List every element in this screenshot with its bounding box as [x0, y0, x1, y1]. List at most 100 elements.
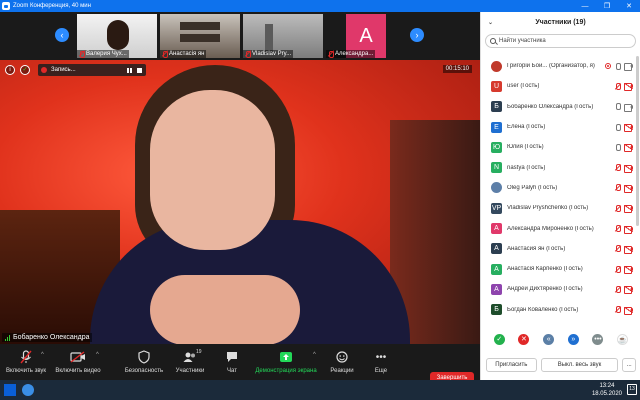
participant-status-icons: [615, 123, 637, 133]
participant-row[interactable]: E Елена (Гость): [481, 117, 637, 137]
participant-row[interactable]: Oleg Palyh (Гость): [481, 178, 637, 198]
participant-row[interactable]: Григорій Бой... (Организатор, я): [481, 56, 637, 76]
participant-name: Александра Мироненко (Гость): [507, 225, 594, 232]
participant-row[interactable]: Б Богдан Коваленко (Гость): [481, 300, 637, 320]
video-off-icon: [624, 225, 633, 234]
filmstrip-prev-button[interactable]: ‹: [55, 28, 69, 42]
participant-thumb[interactable]: Валерия Чух...: [77, 14, 157, 58]
more-button[interactable]: ••• Еще: [362, 350, 400, 375]
panel-title: Участники (19): [535, 18, 586, 26]
reaction-button[interactable]: •••: [592, 334, 604, 345]
participant-row[interactable]: A Андрей Дихтяренко (Гость): [481, 279, 637, 299]
avatar: A: [491, 283, 502, 295]
reactions-button[interactable]: Реакции: [322, 350, 362, 374]
mute-all-button[interactable]: Выкл. весь звук: [540, 358, 619, 372]
participant-status-icons: [615, 285, 637, 295]
participant-row[interactable]: A Анастасия ян (Гость): [481, 239, 637, 259]
thumb-shelf: [180, 22, 220, 30]
panel-more-button[interactable]: ...: [622, 358, 636, 372]
close-button[interactable]: ✕: [618, 2, 640, 10]
participant-thumb[interactable]: A Александра...: [326, 14, 406, 58]
participant-row[interactable]: Б Бобаренко Олександра (Гость): [481, 97, 637, 117]
participant-name: user (Гость): [507, 83, 540, 90]
avatar: A: [491, 243, 502, 255]
participant-status-icons: [615, 82, 637, 92]
reaction-button[interactable]: «: [543, 334, 555, 345]
taskbar-apps: [4, 384, 34, 396]
invite-button[interactable]: Пригласить: [486, 358, 537, 372]
thumb-name-row: Vladislav Pry...: [243, 50, 294, 58]
video-off-icon: [624, 286, 633, 295]
participant-name: Елена (Гость): [507, 124, 546, 131]
share-screen-icon: [252, 350, 320, 364]
meeting-timer: 00:15:10: [442, 65, 472, 73]
participants-label: Участники: [175, 368, 205, 374]
reaction-button[interactable]: ✕: [518, 334, 530, 345]
participant-thumb[interactable]: Анастасія ян: [160, 14, 240, 58]
mic-muted-icon: [615, 184, 621, 192]
video-off-icon: [624, 184, 633, 193]
browser-taskbar-icon[interactable]: [22, 384, 34, 396]
mic-muted-icon: [162, 51, 168, 58]
participant-status-icons: [615, 306, 637, 315]
mic-icon: [615, 123, 621, 131]
participant-list-scrollbar[interactable]: [636, 56, 639, 226]
chat-label: Чат: [227, 368, 237, 374]
avatar: Ю: [491, 141, 502, 153]
participant-search-input[interactable]: Найти участника: [485, 34, 636, 48]
notification-center-icon[interactable]: 13: [627, 384, 637, 395]
participant-row[interactable]: VP Vladislav Pryshchenko (Гость): [481, 198, 637, 218]
unmute-label: Включить звук: [5, 368, 46, 374]
pause-recording-icon[interactable]: [127, 67, 132, 73]
active-speaker-video: i ✓ Запись... 00:15:10 Бобаренко Олексан…: [0, 60, 480, 344]
chat-button[interactable]: Чат: [212, 350, 252, 374]
participant-name: Vladislav Pryshchenko (Гость): [507, 205, 589, 212]
participant-row[interactable]: Ю Юлия (Гость): [481, 137, 637, 157]
recording-icon: [605, 63, 611, 70]
taskbar-clock[interactable]: 13:24 18.05.2020: [592, 382, 622, 398]
filmstrip-next-button[interactable]: ›: [410, 28, 424, 42]
reaction-button[interactable]: »: [567, 334, 579, 345]
reaction-button[interactable]: ☕: [617, 334, 629, 345]
meeting-info-icon[interactable]: i: [5, 65, 15, 75]
recording-indicator: Запись...: [38, 64, 146, 76]
participant-row[interactable]: Uuser (Гость): [481, 76, 637, 96]
more-label: Еще: [374, 368, 388, 374]
speaker-hands: [150, 275, 300, 344]
thumb-name: Валерия Чух...: [86, 51, 127, 57]
thumb-name: Vladislav Pry...: [252, 51, 292, 57]
stop-recording-icon[interactable]: [137, 67, 142, 73]
recording-controls: [127, 67, 146, 73]
share-screen-button[interactable]: Демонстрация экрана: [252, 350, 320, 374]
maximize-button[interactable]: ❐: [596, 2, 618, 10]
encryption-shield-icon[interactable]: ✓: [20, 65, 30, 75]
clock-date: 18.05.2020: [591, 391, 622, 397]
avatar: [491, 60, 502, 72]
zoom-taskbar-icon[interactable]: [4, 384, 16, 396]
participant-status-icons: [615, 143, 637, 153]
participant-list: Григорій Бой... (Организатор, я) Uuser (Г…: [481, 56, 637, 320]
security-button[interactable]: Безопасность: [122, 350, 166, 374]
start-video-label: Включить видео: [55, 368, 101, 374]
participant-row[interactable]: A Александра Мироненко (Гость): [481, 218, 637, 238]
window-title: Zoom Конференция, 40 мин: [13, 3, 91, 9]
participant-status-icons: [615, 103, 637, 112]
share-options-caret[interactable]: ^: [313, 352, 316, 358]
participants-button[interactable]: 19 Участники: [168, 349, 212, 374]
recording-dot-icon: [41, 67, 47, 73]
minimize-button[interactable]: —: [574, 3, 596, 10]
participant-name: Юлия (Гость): [507, 144, 544, 151]
participant-thumb[interactable]: Vladislav Pry...: [243, 14, 323, 58]
mic-muted-icon: [79, 51, 85, 58]
zoom-window: Zoom Конференция, 40 мин — ❐ ✕ ‹ Валерия…: [0, 0, 640, 400]
participant-row[interactable]: Nnastya (Гость): [481, 157, 637, 177]
video-options-caret[interactable]: ^: [96, 352, 99, 358]
mic-muted-icon: [615, 265, 621, 273]
collapse-panel-chevron-icon[interactable]: ⌄: [488, 19, 493, 26]
search-placeholder: Найти участника: [499, 38, 546, 44]
audio-options-caret[interactable]: ^: [41, 352, 44, 358]
participant-row[interactable]: A Анастасія Карпенко (Гость): [481, 259, 637, 279]
mic-muted-icon: [615, 245, 621, 253]
reaction-button[interactable]: ✓: [493, 334, 505, 345]
avatar: VP: [491, 202, 502, 214]
